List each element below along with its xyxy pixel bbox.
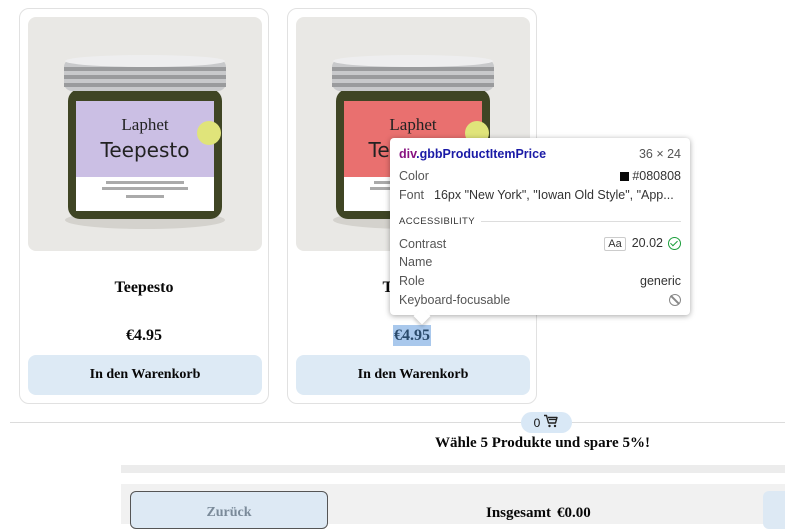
promo-text: Wähle 5 Produkte und spare 5%! <box>435 435 650 451</box>
total-value: €0.00 <box>557 505 591 521</box>
inspector-font-row: Font 16px "New York", "Iowan Old Style",… <box>399 188 681 202</box>
total-label: Insgesamt <box>486 505 552 521</box>
inspector-keyboard-label: Keyboard-focusable <box>399 293 511 307</box>
total-display: Insgesamt €0.00 <box>486 505 591 522</box>
inspector-font-value: 16px "New York", "Iowan Old Style", "App… <box>434 188 674 202</box>
next-button[interactable] <box>763 491 785 529</box>
inspector-name-row: Name <box>399 255 681 269</box>
inspector-color-label: Color <box>399 169 429 183</box>
product-price: €4.95 <box>393 325 431 346</box>
inspector-size: 36 × 24 <box>638 147 681 161</box>
not-focusable-icon <box>669 294 681 306</box>
contrast-aa-icon: Aa <box>604 237 626 251</box>
jar-brand: Laphet <box>121 115 168 134</box>
cart-count-badge[interactable]: 0 <box>521 412 572 433</box>
add-to-cart-button[interactable]: In den Warenkorb <box>296 355 530 395</box>
inspector-contrast-row: Contrast Aa 20.02 <box>399 236 681 251</box>
accessibility-section-header: ACCESSIBILITY <box>399 216 681 227</box>
add-to-cart-button[interactable]: In den Warenkorb <box>28 355 262 395</box>
progress-bar <box>121 465 785 473</box>
color-swatch-icon <box>620 172 630 182</box>
inspector-keyboard-row: Keyboard-focusable <box>399 293 681 307</box>
inspector-font-label: Font <box>399 188 425 202</box>
check-circle-icon <box>668 237 681 251</box>
inspector-color-row: Color #080808 <box>399 169 681 183</box>
cart-count: 0 <box>533 415 541 430</box>
inspector-role-value: generic <box>640 274 681 288</box>
inspector-role-label: Role <box>399 274 425 288</box>
inspector-contrast-label: Contrast <box>399 236 447 251</box>
product-price: €4.95 <box>126 327 162 344</box>
inspector-tag: div <box>399 147 417 161</box>
jar-product-name: Teepesto <box>100 138 190 162</box>
inspector-color-value: #080808 <box>632 169 681 183</box>
product-card: Laphet Teepesto Teepesto €4.95 In den Wa… <box>19 8 269 404</box>
product-image[interactable]: Laphet Teepesto <box>28 17 262 251</box>
inspector-name-label: Name <box>399 255 433 269</box>
divider <box>10 422 785 423</box>
inspector-header: div.gbbProductItemPrice 36 × 24 <box>399 147 681 161</box>
inspector-tooltip: div.gbbProductItemPrice 36 × 24 Color #0… <box>390 138 690 325</box>
inspector-role-row: Role generic <box>399 274 681 288</box>
cart-icon <box>543 414 559 431</box>
product-title[interactable]: Teepesto <box>20 279 268 297</box>
inspector-contrast-value: 20.02 <box>631 236 663 250</box>
inspector-class: .gbbProductItemPrice <box>416 147 547 161</box>
jar-brand: Laphet <box>389 115 436 134</box>
back-button[interactable]: Zurück <box>130 491 328 529</box>
